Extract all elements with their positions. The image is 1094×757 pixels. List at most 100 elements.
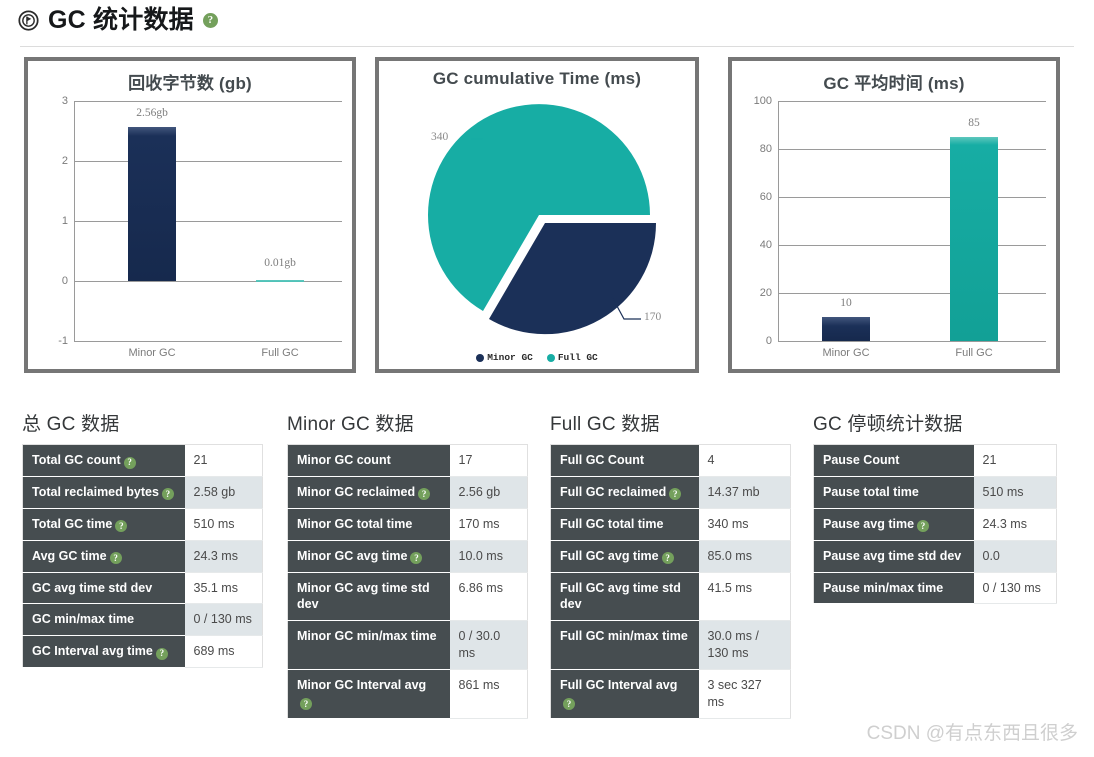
help-icon[interactable]: ?	[300, 698, 312, 711]
table-row: Pause avg time? 24.3 ms	[813, 508, 1057, 541]
row-label-text: Avg GC time	[32, 548, 107, 563]
help-icon[interactable]: ?	[109, 552, 122, 565]
row-label-text: Full GC reclaimed	[560, 484, 667, 499]
help-icon[interactable]: ?	[917, 520, 930, 533]
row-label-text: Minor GC reclaimed	[297, 484, 416, 499]
table-body-full-gc: Full GC Count 4 Full GC reclaimed? 14.37 mb…	[550, 444, 791, 719]
help-icon[interactable]: ?	[161, 488, 174, 501]
row-value: 85.0 ms	[698, 540, 791, 573]
bar-value-full-gc: 0.01gb	[264, 257, 296, 269]
plot-area-avg-time: 100 80 60 40 20 0 10 85 Minor GC Full GC	[754, 95, 1046, 359]
gridline	[778, 293, 1046, 294]
row-label-text: Full GC Interval avg	[560, 678, 678, 692]
row-label: Full GC total time	[550, 508, 699, 541]
row-label: Minor GC avg time?	[287, 540, 450, 573]
row-label: Full GC avg time?	[550, 540, 699, 573]
help-icon[interactable]: ?	[202, 13, 218, 28]
table-row: GC avg time std dev 35.1 ms	[22, 572, 263, 605]
legend-item-full-gc[interactable]: Full GC	[546, 352, 598, 363]
chart-panel-avg-time: GC 平均时间 (ms) 100 80 60 40 20 0 10 85 Min…	[728, 57, 1060, 373]
compass-icon	[18, 10, 39, 31]
row-label-text: Minor GC avg time std dev	[297, 580, 430, 612]
row-label-text: Total reclaimed bytes	[32, 484, 159, 499]
row-label: Minor GC count	[287, 444, 450, 477]
table-block-total-gc: 总 GC 数据 Total GC count? 21 Total reclaimed…	[22, 409, 267, 669]
y-tick-label: 100	[753, 95, 772, 107]
table-row: GC min/max time 0 / 130 ms	[22, 603, 263, 637]
table-full-gc: Full GC Count 4 Full GC reclaimed? 14.37 mb…	[550, 444, 791, 719]
bar-full-gc[interactable]	[256, 280, 304, 282]
row-value: 0 / 130 ms	[973, 572, 1057, 605]
help-icon[interactable]: ?	[410, 552, 423, 565]
pie-value-minor-gc: 170	[644, 311, 662, 323]
table-row: Minor GC avg time std dev 6.86 ms	[287, 572, 528, 622]
row-label-text: Minor GC count	[297, 453, 391, 467]
bar-minor-gc[interactable]	[822, 317, 870, 341]
gridline	[74, 221, 342, 222]
row-label-text: GC Interval avg time	[32, 644, 153, 659]
row-label: Pause Count	[813, 444, 974, 477]
help-icon[interactable]: ?	[115, 520, 128, 533]
row-value: 17	[449, 444, 528, 477]
help-icon[interactable]: ?	[155, 647, 168, 660]
row-value: 2.56 gb	[449, 476, 528, 509]
bar-minor-gc[interactable]	[128, 127, 176, 281]
row-value: 21	[184, 444, 263, 477]
row-label: Minor GC reclaimed?	[287, 476, 450, 509]
row-label-text: Pause total time	[823, 484, 919, 499]
x-tick-minor-gc: Minor GC	[128, 347, 176, 359]
help-icon[interactable]: ?	[661, 552, 674, 565]
gridline	[778, 245, 1046, 246]
row-value: 0.0	[973, 540, 1057, 573]
chart-title-cumulative-time: GC cumulative Time (ms)	[432, 69, 642, 88]
table-body-pause: Pause Count 21 Pause total time 510 ms Pause…	[813, 444, 1057, 605]
table-body-total-gc: Total GC count? 21 Total reclaimed bytes? 2…	[22, 444, 263, 669]
table-pause: Pause Count 21 Pause total time 510 ms Pause…	[813, 444, 1057, 605]
help-icon[interactable]: ?	[669, 488, 682, 501]
table-row: Avg GC time? 24.3 ms	[22, 540, 263, 573]
row-label: GC Interval avg time?	[22, 635, 185, 669]
help-icon[interactable]: ?	[563, 698, 575, 711]
row-label: Full GC Count	[550, 444, 699, 477]
pie-svg	[428, 104, 657, 335]
row-label: Minor GC min/max time	[287, 620, 450, 670]
table-row: Minor GC count 17	[287, 444, 528, 477]
row-label-text: Full GC total time	[560, 516, 664, 531]
table-row: Full GC avg time? 85.0 ms	[550, 540, 791, 573]
row-label: GC avg time std dev	[22, 572, 185, 605]
y-tick-label: 3	[61, 95, 68, 107]
table-row: Total reclaimed bytes? 2.58 gb	[22, 476, 263, 509]
row-value: 14.37 mb	[698, 476, 791, 509]
row-value: 4	[698, 444, 791, 477]
header-divider	[20, 46, 1074, 47]
row-label-text: Total GC count	[32, 453, 121, 467]
help-icon[interactable]: ?	[123, 456, 136, 469]
row-value: 24.3 ms	[973, 508, 1057, 541]
row-label-text: Minor GC total time	[297, 516, 413, 531]
row-label-text: Full GC Count	[560, 453, 645, 467]
y-tick-label: 2	[61, 155, 68, 167]
row-label: Full GC min/max time	[550, 620, 699, 670]
row-label-text: Pause min/max time	[823, 580, 944, 595]
row-label: Pause min/max time	[813, 572, 974, 605]
y-tick-label: -1	[58, 335, 68, 347]
table-row: Full GC total time 340 ms	[550, 508, 791, 541]
help-icon[interactable]: ?	[418, 488, 431, 501]
row-label-text: GC min/max time	[32, 612, 135, 627]
watermark: CSDN @有点东西且很多	[866, 723, 1078, 744]
row-label-text: Pause avg time	[823, 516, 915, 531]
table-heading-pause: GC 停顿统计数据	[813, 414, 963, 435]
row-value: 35.1 ms	[184, 572, 263, 605]
row-value: 0 / 130 ms	[184, 603, 263, 637]
page-title: GC 统计数据	[48, 6, 194, 34]
bar-full-gc[interactable]	[950, 137, 998, 341]
pie-legend: Minor GC Full GC	[379, 352, 695, 363]
bar-value-full-gc: 85	[968, 117, 980, 129]
legend-swatch-full-gc	[546, 353, 555, 362]
row-label-text: Minor GC min/max time	[297, 629, 437, 644]
legend-item-minor-gc[interactable]: Minor GC	[476, 352, 533, 363]
chart-title-avg-time: GC 平均时间 (ms)	[823, 74, 965, 93]
table-heading-minor-gc: Minor GC 数据	[287, 414, 414, 435]
row-label: Minor GC Interval avg?	[287, 669, 450, 719]
table-row: Pause min/max time 0 / 130 ms	[813, 572, 1057, 605]
